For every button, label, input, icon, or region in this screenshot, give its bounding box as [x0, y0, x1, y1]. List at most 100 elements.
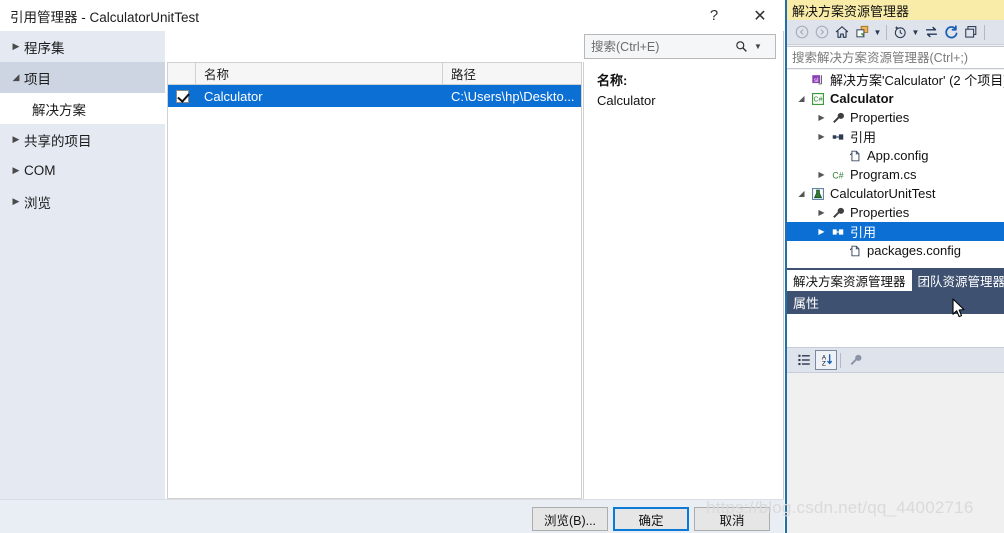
references-icon	[828, 225, 847, 239]
search-icon[interactable]	[735, 40, 753, 53]
back-icon[interactable]	[792, 22, 812, 43]
category-item-browse[interactable]: ▶ 浏览	[0, 186, 165, 217]
column-header-name[interactable]: 名称	[196, 63, 443, 84]
search-box[interactable]: ▼	[584, 34, 776, 59]
tree-node-label: CalculatorUnitTest	[830, 186, 936, 201]
csharp-project-icon: C#	[808, 92, 827, 106]
category-label: 程序集	[24, 40, 65, 56]
table-row[interactable]: Calculator C:\Users\hp\Deskto...	[168, 85, 581, 107]
detail-name-value: Calculator	[597, 93, 656, 108]
solution-tree: sl 解决方案'Calculator' (2 个项目) ◢ C# Calcula…	[787, 70, 1004, 268]
panel-tab-strip: 解决方案资源管理器 团队资源管理器	[787, 268, 1004, 291]
column-header-path[interactable]: 路径	[443, 63, 581, 84]
category-label: 项目	[24, 71, 51, 87]
tree-expander-collapsed[interactable]: ▶	[815, 170, 828, 179]
search-input[interactable]	[585, 35, 735, 58]
category-label: 共享的项目	[24, 133, 92, 149]
categorized-icon[interactable]	[793, 350, 815, 370]
tree-node-properties-test[interactable]: ▶ Properties	[787, 203, 1004, 222]
category-pane: ▶ 程序集 ◢ 项目 解决方案 ▶ 共享的项目 ▶ COM ▶ 浏览	[0, 31, 165, 533]
category-child-solution[interactable]: 解决方案	[0, 93, 165, 124]
tree-node-label: 引用	[850, 130, 877, 145]
tree-expander-collapsed[interactable]: ▶	[815, 227, 828, 236]
chevron-down-icon[interactable]: ▼	[872, 22, 883, 43]
tree-node-properties[interactable]: ▶ Properties	[787, 108, 1004, 127]
category-item-shared-projects[interactable]: ▶ 共享的项目	[0, 124, 165, 155]
properties-wrench-icon	[828, 206, 847, 220]
tree-expander-expanded[interactable]: ◢	[795, 189, 808, 198]
category-child-label: 解决方案	[32, 102, 86, 118]
tree-node-solution[interactable]: sl 解决方案'Calculator' (2 个项目)	[787, 70, 1004, 89]
config-file-icon	[845, 244, 864, 258]
tree-node-program-cs[interactable]: ▶ C# Program.cs	[787, 165, 1004, 184]
reference-manager-dialog: 引用管理器 - CalculatorUnitTest ? ✕ ▶ 程序集 ◢ 项…	[0, 0, 784, 533]
toolbar-separator	[886, 24, 887, 40]
chevron-down-icon[interactable]: ▼	[754, 42, 762, 51]
references-icon	[828, 130, 847, 144]
forward-icon[interactable]	[812, 22, 832, 43]
dialog-title: 引用管理器 - CalculatorUnitTest	[10, 10, 200, 25]
detail-pane: 名称: Calculator	[583, 62, 783, 499]
properties-object-selector	[787, 314, 1004, 347]
tree-node-label: Properties	[850, 110, 910, 125]
ok-button[interactable]: 确定	[613, 507, 689, 531]
category-item-assemblies[interactable]: ▶ 程序集	[0, 31, 165, 62]
tab-solution-explorer[interactable]: 解决方案资源管理器	[787, 270, 912, 291]
test-project-icon	[808, 187, 827, 201]
csharp-file-icon: C#	[828, 168, 847, 182]
chevron-right-icon: ▶	[12, 196, 20, 206]
tree-expander-collapsed[interactable]: ▶	[815, 113, 828, 122]
tree-node-project-calculator[interactable]: ◢ C# Calculator	[787, 89, 1004, 108]
category-item-com[interactable]: ▶ COM	[0, 155, 165, 186]
browse-button[interactable]: 浏览(B)...	[532, 507, 608, 531]
tree-node-label: 解决方案'Calculator' (2 个项目)	[830, 73, 1004, 88]
sync-with-active-document-icon[interactable]	[921, 22, 941, 43]
switch-views-icon[interactable]	[852, 22, 872, 43]
config-file-icon	[845, 149, 864, 163]
category-item-projects[interactable]: ◢ 项目	[0, 62, 165, 93]
cancel-button[interactable]: 取消	[694, 507, 770, 531]
chevron-down-icon[interactable]: ▼	[910, 22, 921, 43]
pending-changes-icon[interactable]	[890, 22, 910, 43]
chevron-right-icon: ▶	[12, 41, 20, 51]
solution-explorer-title: 解决方案资源管理器	[787, 0, 1004, 20]
svg-text:C#: C#	[832, 170, 843, 180]
collapse-all-icon[interactable]	[961, 22, 981, 43]
tree-node-references-test-selected[interactable]: ▶ 引用	[787, 222, 1004, 241]
alphabetical-sort-icon[interactable]: AZ	[815, 350, 837, 370]
row-name: Calculator	[204, 88, 263, 104]
solution-explorer-search-input[interactable]	[787, 47, 1001, 68]
dialog-footer: 浏览(B)... 确定 取消	[0, 499, 784, 533]
svg-text:Z: Z	[821, 361, 825, 367]
refresh-icon[interactable]	[941, 22, 961, 43]
property-pages-wrench-icon[interactable]	[844, 350, 866, 370]
dialog-title-bar: 引用管理器 - CalculatorUnitTest ? ✕	[0, 0, 784, 31]
tree-expander-collapsed[interactable]: ▶	[815, 132, 828, 141]
tree-expander-collapsed[interactable]: ▶	[815, 208, 828, 217]
properties-toolbar: AZ	[787, 347, 1004, 373]
tree-node-app-config[interactable]: App.config	[787, 146, 1004, 165]
home-icon[interactable]	[832, 22, 852, 43]
solution-explorer-panel: 解决方案资源管理器 ▼ ▼ 搜索解决方案资源管理器(Ctrl+;) sl 解决方…	[785, 0, 1004, 533]
reference-list: 名称 路径 Calculator C:\Users\hp\Deskto...	[167, 62, 582, 499]
tree-node-references-calculator[interactable]: ▶ 引用	[787, 127, 1004, 146]
help-button[interactable]: ?	[692, 0, 736, 31]
checkbox-checked-icon[interactable]	[175, 89, 189, 103]
screen: 引用管理器 - CalculatorUnitTest ? ✕ ▶ 程序集 ◢ 项…	[0, 0, 1004, 533]
tab-team-explorer[interactable]: 团队资源管理器	[911, 270, 1004, 291]
row-checkbox-cell[interactable]	[168, 89, 196, 103]
list-header-row: 名称 路径	[168, 63, 581, 85]
properties-wrench-icon	[828, 111, 847, 125]
tree-node-project-calculatorunittest[interactable]: ◢ CalculatorUnitTest	[787, 184, 1004, 203]
tree-node-label: Program.cs	[850, 167, 917, 182]
properties-panel-title: 属性	[787, 291, 1004, 314]
tree-expander-expanded[interactable]: ◢	[795, 94, 808, 103]
properties-grid	[787, 373, 1004, 533]
close-button[interactable]: ✕	[738, 0, 782, 31]
toolbar-separator	[840, 352, 841, 368]
solution-explorer-search-box[interactable]	[787, 46, 1004, 69]
row-path: C:\Users\hp\Deskto...	[451, 88, 575, 104]
solution-explorer-toolbar: ▼ ▼	[787, 20, 1004, 45]
tree-node-packages-config[interactable]: packages.config	[787, 241, 1004, 260]
tree-node-label: 引用	[850, 225, 877, 240]
